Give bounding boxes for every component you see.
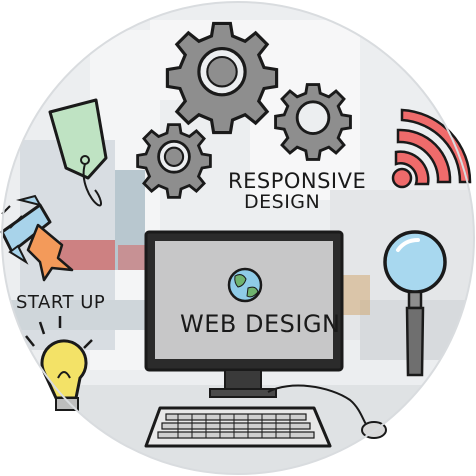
globe-icon	[227, 267, 263, 303]
gear-right-icon	[274, 83, 352, 161]
start-up-label: START UP	[16, 292, 105, 313]
gear-left-icon	[136, 123, 212, 199]
gear-large-icon	[165, 21, 279, 135]
web-design-label: WEB DESIGN	[180, 310, 341, 338]
responsive-label: RESPONSIVE	[228, 169, 366, 193]
illustration-scene: RESPONSIVE DESIGN START UP WEB DESIGN	[0, 0, 476, 476]
design-label: DESIGN	[244, 191, 320, 213]
keyboard-icon	[144, 406, 332, 448]
web-design-illustration: RESPONSIVE DESIGN START UP WEB DESIGN	[0, 1, 475, 475]
